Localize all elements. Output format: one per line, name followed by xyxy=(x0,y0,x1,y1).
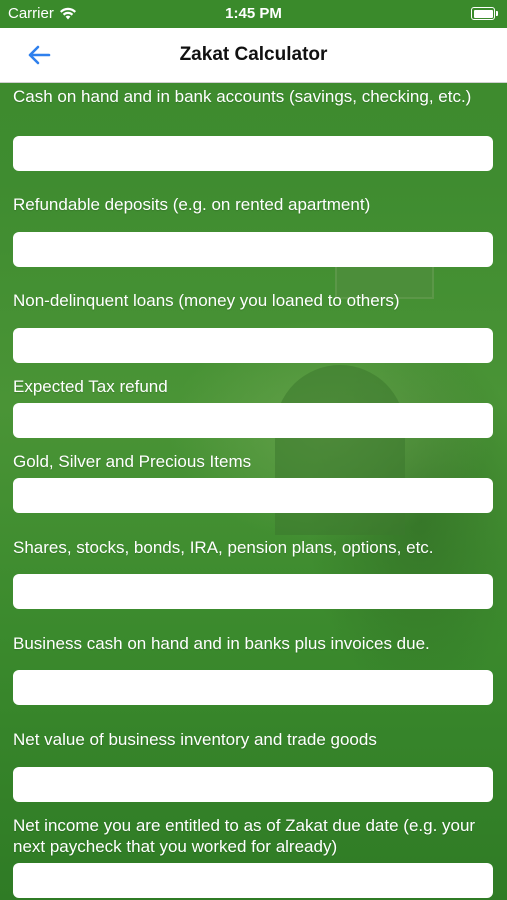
cash-input[interactable] xyxy=(13,136,493,171)
field-label-net-income: Net income you are entitled to as of Zak… xyxy=(13,816,476,856)
field-label-gold-silver: Gold, Silver and Precious Items xyxy=(13,452,252,471)
field-label-tax-refund: Expected Tax refund xyxy=(13,377,168,396)
status-time: 1:45 PM xyxy=(225,5,282,22)
page-title: Zakat Calculator xyxy=(179,44,328,65)
tax-refund-input[interactable] xyxy=(13,403,493,438)
gold-silver-input[interactable] xyxy=(13,478,493,513)
battery-icon xyxy=(471,7,498,20)
business-cash-input[interactable] xyxy=(13,670,493,705)
field-label-business-cash: Business cash on hand and in banks plus … xyxy=(13,634,430,653)
field-label-cash: Cash on hand and in bank accounts (savin… xyxy=(13,87,472,106)
net-income-input[interactable] xyxy=(13,863,493,898)
loans-input[interactable] xyxy=(13,328,493,363)
refundable-deposits-input[interactable] xyxy=(13,232,493,267)
mosque-background xyxy=(0,0,507,900)
field-label-refundable-deposits: Refundable deposits (e.g. on rented apar… xyxy=(13,195,371,214)
field-label-shares: Shares, stocks, bonds, IRA, pension plan… xyxy=(13,538,434,557)
status-bar: Carrier 1:45 PM xyxy=(0,0,507,28)
inventory-input[interactable] xyxy=(13,767,493,802)
field-label-inventory: Net value of business inventory and trad… xyxy=(13,730,377,749)
shares-input[interactable] xyxy=(13,574,493,609)
field-label-loans: Non-delinquent loans (money you loaned t… xyxy=(13,291,400,310)
navigation-bar: Zakat Calculator xyxy=(0,28,507,83)
